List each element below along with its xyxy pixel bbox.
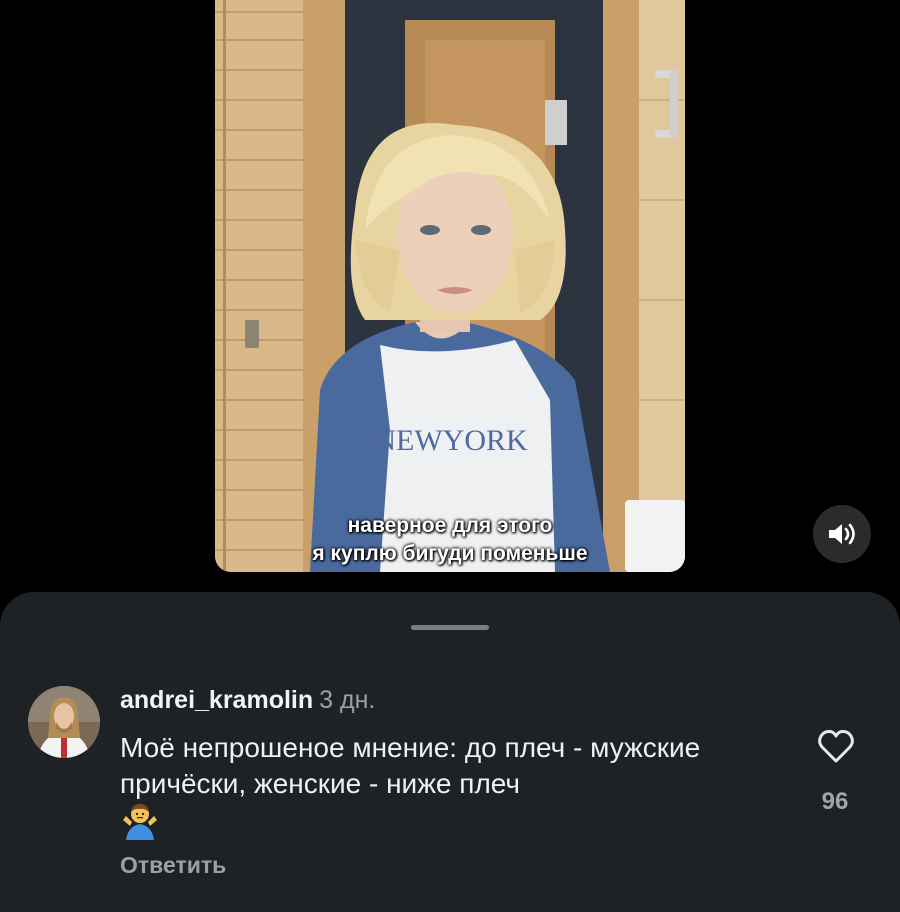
reply-button[interactable]: Ответить <box>120 852 226 879</box>
comment-username[interactable]: andrei_kramolin <box>120 686 313 714</box>
caption-line-1: наверное для этого <box>347 514 553 537</box>
caption-line-2: я куплю бигуди поменьше <box>312 542 588 565</box>
speaker-icon <box>829 523 855 545</box>
video-player[interactable]: NEWYORK наверное для этого я куплю бигуд… <box>215 0 685 572</box>
like-count: 96 <box>821 788 849 815</box>
comment-time: 3 дн. <box>319 686 376 714</box>
comment-header: andrei_kramolin 3 дн. <box>120 685 375 715</box>
video-caption: наверное для этого я куплю бигуди помень… <box>215 512 685 568</box>
svg-text:NEWYORK: NEWYORK <box>374 424 528 457</box>
heart-outline-icon[interactable] <box>817 728 855 764</box>
avatar[interactable] <box>28 686 100 758</box>
sheet-drag-handle[interactable] <box>411 625 489 630</box>
sound-toggle-button[interactable] <box>813 505 871 563</box>
video-frame: NEWYORK <box>215 0 685 572</box>
comment-text: Моё непрошеное мнение: до плеч - мужские… <box>120 732 701 799</box>
comment-text-block: Моё непрошеное мнение: до плеч - мужские… <box>120 730 800 840</box>
comments-sheet: andrei_kramolin 3 дн. Моё непрошеное мнен… <box>0 592 900 912</box>
man-shrugging-emoji-icon <box>123 804 157 840</box>
